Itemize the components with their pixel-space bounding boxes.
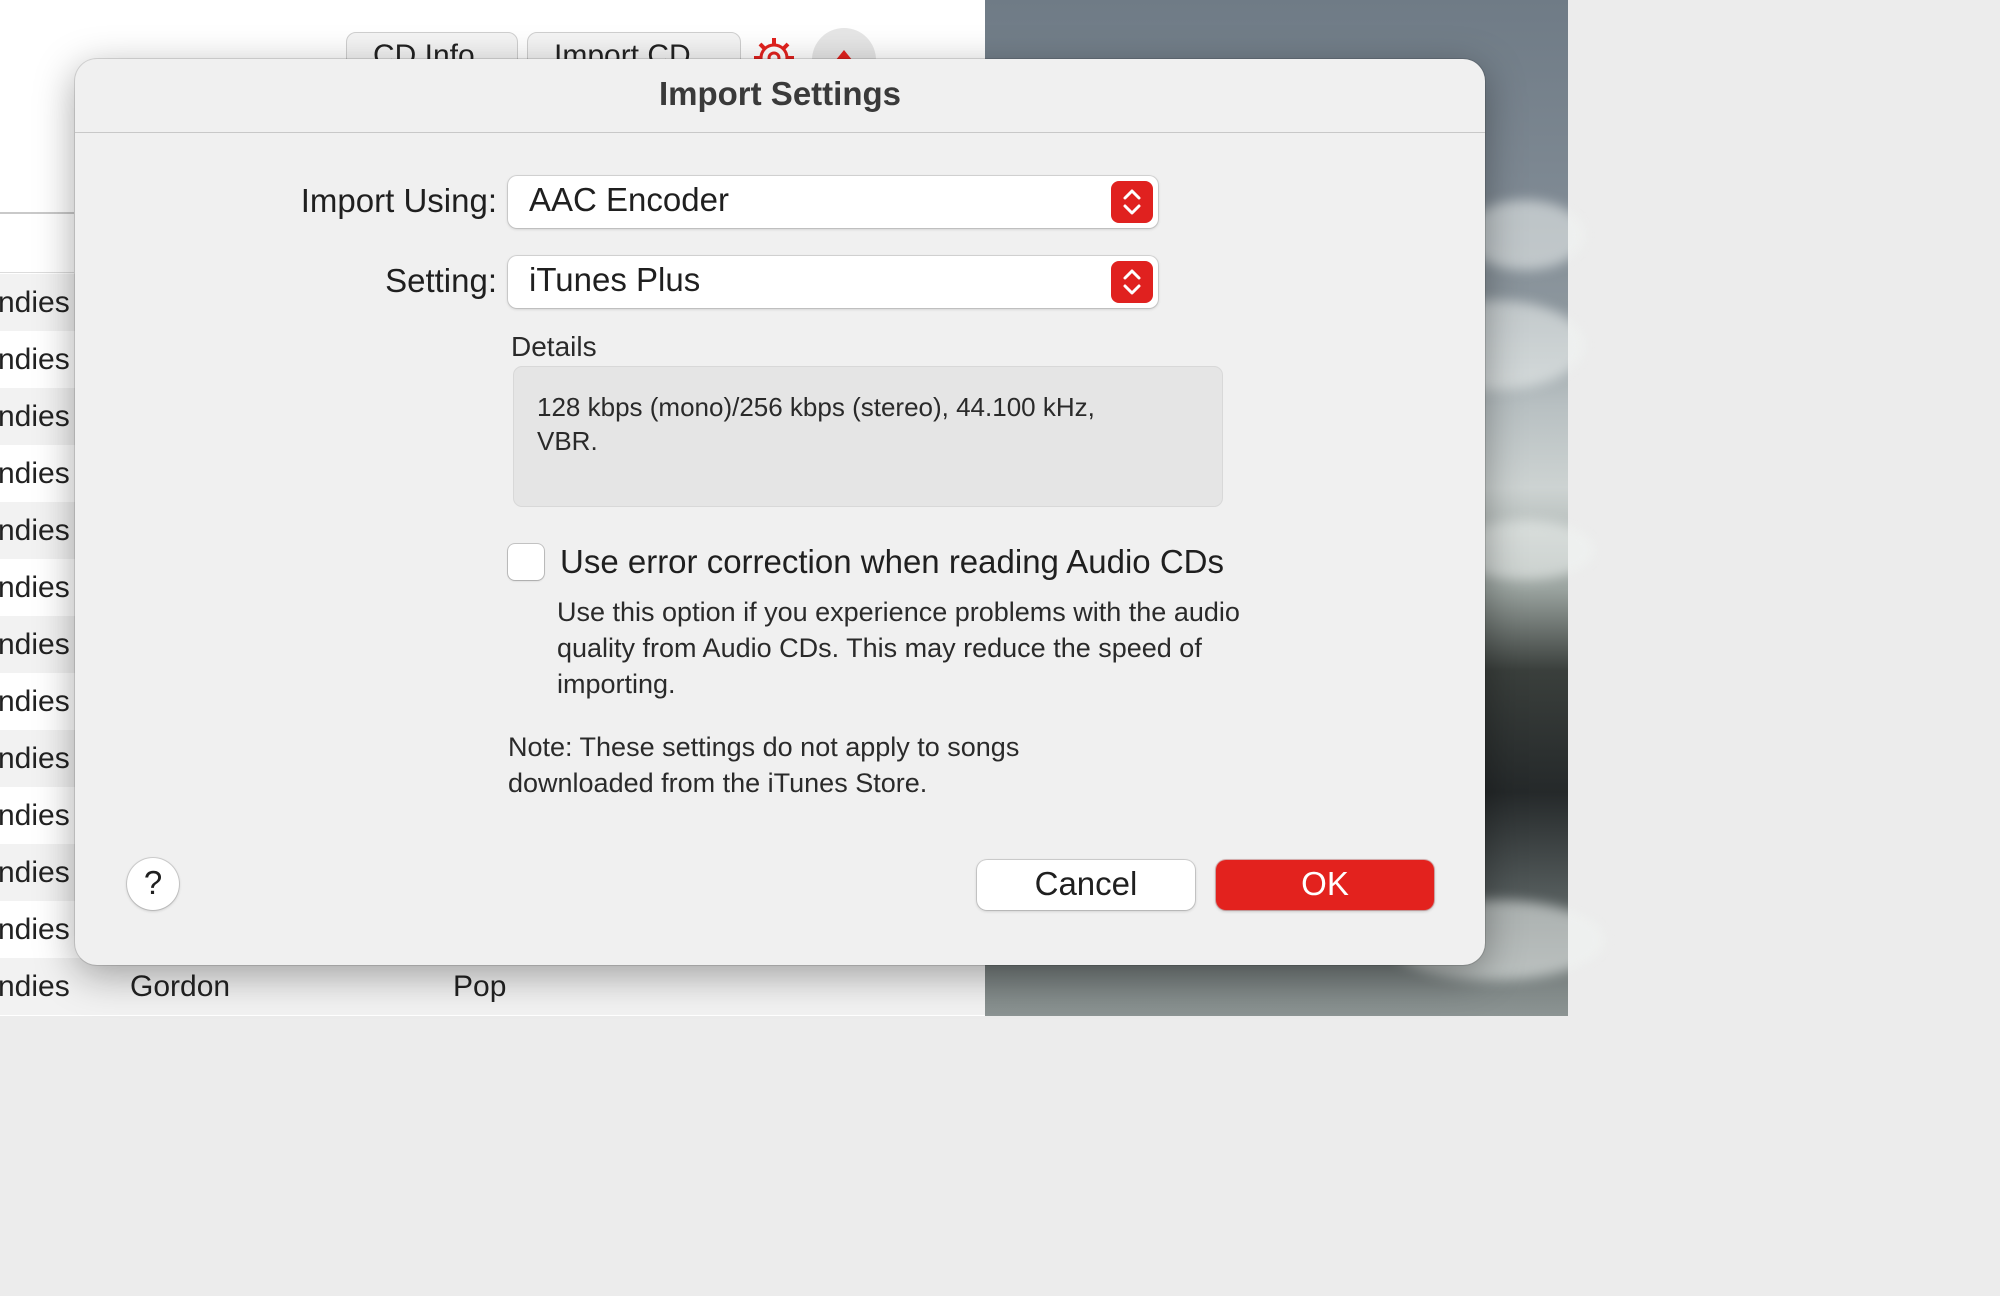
list-item[interactable]: ndies Gordon Pop xyxy=(0,958,985,1015)
title-separator xyxy=(75,132,1485,133)
song-genre: ndies xyxy=(0,684,70,718)
song-genre: ndies xyxy=(0,627,70,661)
song-genre: ndies xyxy=(0,456,70,490)
error-correction-label[interactable]: Use error correction when reading Audio … xyxy=(560,543,1224,581)
song-genre: ndies xyxy=(0,399,70,433)
setting-popup[interactable]: iTunes Plus xyxy=(508,256,1158,308)
song-artist: Gordon xyxy=(130,969,231,1003)
cancel-button[interactable]: Cancel xyxy=(977,860,1195,910)
song-genre: ndies xyxy=(0,513,70,547)
dialog-title: Import Settings xyxy=(658,75,901,112)
song-genre: ndies xyxy=(0,741,70,775)
divider xyxy=(0,272,74,273)
song-genre: ndies xyxy=(0,570,70,604)
song-genre: ndies xyxy=(0,798,70,832)
setting-label: Setting: xyxy=(385,262,497,299)
import-settings-dialog: Import Settings Import Using: AAC Encode… xyxy=(75,59,1485,965)
divider xyxy=(0,212,74,214)
ok-button[interactable]: OK xyxy=(1216,860,1434,910)
song-genre: ndies xyxy=(0,285,70,319)
details-label: Details xyxy=(511,331,597,362)
help-button[interactable]: ? xyxy=(127,858,179,910)
details-text: 128 kbps (mono)/256 kbps (stereo), 44.10… xyxy=(513,366,1223,507)
error-correction-help: Use this option if you experience proble… xyxy=(557,597,1240,699)
import-using-label: Import Using: xyxy=(300,182,497,219)
song-genre: ndies xyxy=(0,855,70,889)
setting-value: iTunes Plus xyxy=(529,261,701,298)
error-correction-checkbox[interactable] xyxy=(508,544,544,580)
song-genre: ndies xyxy=(0,342,70,376)
import-using-popup[interactable]: AAC Encoder xyxy=(508,176,1158,228)
song-genre: ndies xyxy=(0,969,70,1003)
song-kind: Pop xyxy=(453,969,507,1003)
import-using-value: AAC Encoder xyxy=(529,181,729,218)
song-genre: ndies xyxy=(0,912,70,946)
up-down-arrows-icon xyxy=(1111,181,1153,223)
up-down-arrows-icon xyxy=(1111,261,1153,303)
note-text: Note: These settings do not apply to son… xyxy=(508,732,1020,798)
